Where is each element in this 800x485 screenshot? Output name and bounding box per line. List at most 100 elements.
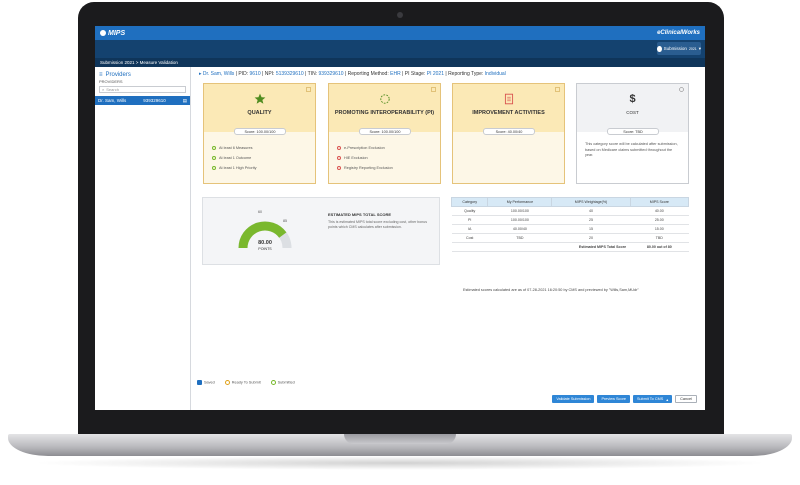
estimate-title: ESTIMATED MIPS TOTAL SCORE (328, 212, 392, 217)
list-item-label: e-Prescription Exclusion (344, 146, 385, 150)
card-score: Score: TBD (607, 128, 659, 135)
ia-card[interactable]: IMPROVEMENT ACTIVITIES Score: 40.00/40 (452, 83, 565, 184)
table-row: Cost TBD 20 TBD (451, 233, 689, 243)
clipboard-icon[interactable] (431, 87, 436, 92)
brand-logo[interactable]: MIPS (100, 30, 125, 37)
table-row: Quality 100.00/100 40 40.00 (451, 206, 689, 216)
provider-search-input[interactable]: ⌕ Search (99, 86, 186, 93)
card-score: Score: 100.00/100 (234, 128, 286, 135)
brand-name: MIPS (108, 29, 126, 37)
score-table: Category My Performance MIPS Weightage(%… (450, 197, 690, 252)
exclusion-icon (337, 146, 341, 150)
submit-to-cms-button[interactable]: Submit To CMS ▴ (632, 395, 673, 403)
list-item: e-Prescription Exclusion (337, 143, 440, 153)
main-content: ▸ Dr. Sam, Wills | PID: 9610 | NPI: 5139… (191, 67, 705, 410)
dollar-icon: $ (629, 93, 636, 105)
provider-info-bar: ▸ Dr. Sam, Wills | PID: 9610 | NPI: 5139… (199, 71, 506, 77)
list-item: HIE Exclusion (337, 153, 440, 163)
check-circle-icon (212, 146, 216, 150)
table-cell: Cost (451, 233, 488, 243)
legend-submitted: Submitted (270, 380, 295, 385)
table-cell: 40.00/40 (487, 224, 552, 234)
npi-label: NPI: (264, 71, 275, 77)
method-label: Reporting Method: (347, 71, 389, 77)
list-item-label: HIE Exclusion (344, 156, 368, 160)
star-icon (254, 93, 265, 104)
table-cell: IA (451, 224, 488, 234)
save-icon (197, 380, 202, 385)
provider-bar-name[interactable]: Dr. Sam, Wills (203, 71, 234, 77)
providers-sidebar: ≡ Providers PROVIDERS ⌕ Search Dr. Sam, … (95, 67, 191, 410)
type-label: Reporting Type: (448, 71, 484, 77)
expand-icon[interactable]: ▸ (199, 71, 202, 77)
list-item-label: Registry Reporting Exclusion (344, 166, 393, 170)
validate-submission-button[interactable]: Validate Submission (552, 395, 595, 403)
table-cell: TBD (630, 233, 689, 243)
preview-score-button[interactable]: Preview Score (597, 395, 630, 403)
help-circle-icon[interactable] (679, 87, 684, 92)
network-icon (379, 94, 390, 104)
clock-icon (224, 380, 230, 385)
legend-label: Submitted (277, 380, 295, 385)
laptop-shadow (30, 456, 770, 470)
providers-label: PROVIDERS (99, 79, 123, 84)
legend-saved: Saved (197, 380, 215, 385)
type-value: Individual (484, 71, 506, 77)
app-screen: MIPS eClinicalWorks Submission 2021 ▾ Su… (95, 26, 705, 410)
table-cell: TBD (487, 233, 552, 243)
table-cell: 15.00 (630, 224, 689, 234)
provider-tin: 939329610 (143, 98, 166, 103)
table-total-row: Estimated MIPS Total Score 80.00 out of … (451, 242, 689, 252)
list-item: At least 6 Measures (212, 143, 315, 153)
table-cell: 100.00/100 (487, 215, 552, 225)
providers-title: Providers (105, 72, 131, 78)
action-bar: Validate Submission Preview Score Submit… (552, 395, 697, 403)
table-cell: 25.00 (630, 215, 689, 225)
table-header: MIPS Weightage(%) (551, 197, 631, 207)
sidebar-item-provider[interactable]: Dr. Sam, Wills 939329610 ▤ (95, 96, 190, 105)
pi-card[interactable]: PROMOTING INTEROPERABILITY (PI) Score: 1… (328, 83, 441, 184)
gauge-high-label: 85 (283, 219, 287, 223)
card-title: PROMOTING INTEROPERABILITY (PI) (334, 110, 435, 116)
clipboard-icon[interactable] (555, 87, 560, 92)
cancel-button[interactable]: Cancel (675, 395, 697, 403)
estimated-score-panel: 60 85 80.00 POINTS ESTIMATED MIPS TOTAL … (202, 197, 440, 265)
search-placeholder: Search (106, 87, 119, 92)
table-cell: Quality (451, 206, 488, 216)
table-cell: 40 (551, 206, 631, 216)
tin-label: TIN: (307, 71, 318, 77)
chevron-down-icon: ▾ (698, 45, 701, 51)
clipboard-icon[interactable] (306, 87, 311, 92)
table-cell: 20 (551, 233, 631, 243)
pi-stage-value: PI 2021 (426, 71, 444, 77)
search-icon: ⌕ (102, 87, 105, 92)
quality-card[interactable]: QUALITY Score: 100.00/100 At least 6 Mea… (203, 83, 316, 184)
check-circle-icon (212, 166, 216, 170)
gauge-low-label: 60 (258, 210, 262, 214)
provider-name: Dr. Sam, Wills (98, 98, 127, 103)
table-header: Category (450, 197, 489, 207)
check-circle-icon (212, 156, 216, 160)
cost-card[interactable]: $ COST Score: TBD This category score wi… (576, 83, 689, 184)
list-item-label: At least 6 Measures (219, 146, 253, 150)
pid-value: 9610 (249, 71, 261, 77)
exclusion-icon (337, 156, 341, 160)
submission-label: Submission (663, 46, 687, 51)
score-gauge: 60 85 80.00 POINTS (238, 210, 292, 251)
submission-year: 2021 (688, 46, 697, 51)
list-item: At least 1 Outcome (212, 153, 315, 163)
submit-label: Submit To CMS (636, 397, 664, 401)
exclusion-icon (337, 166, 341, 170)
check-circle-icon (270, 380, 276, 385)
method-value: EHR (390, 71, 401, 77)
card-title: IMPROVEMENT ACTIVITIES (472, 110, 545, 116)
gauge-value: 80.00 (258, 240, 272, 246)
legend-label: Ready To Submit (231, 380, 261, 385)
table-cell: 15 (551, 224, 631, 234)
table-row: PI 100.00/100 25 25.00 (451, 215, 689, 225)
legend-label: Saved (204, 380, 215, 385)
vendor-logo: eClinicalWorks (657, 30, 700, 36)
top-bar: MIPS eClinicalWorks (95, 26, 705, 40)
table-cell: 40.00 (630, 206, 689, 216)
submission-year-button[interactable]: Submission 2021 ▾ (657, 42, 701, 55)
